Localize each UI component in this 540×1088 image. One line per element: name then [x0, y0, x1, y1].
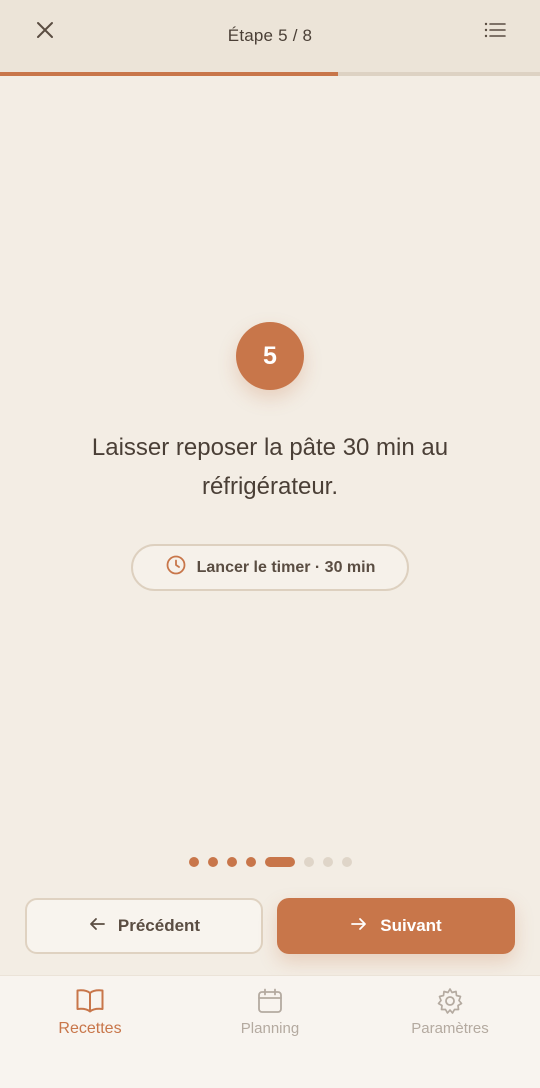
gear-icon — [435, 986, 465, 1016]
header: Étape 5 / 8 — [0, 0, 540, 72]
pagination-dot — [245, 857, 256, 867]
steps-list-button[interactable] — [473, 14, 517, 50]
close-icon — [35, 20, 55, 45]
calendar-icon — [255, 986, 285, 1016]
tab-label: Paramètres — [411, 1020, 489, 1037]
previous-label: Précédent — [117, 916, 201, 935]
book-icon — [75, 986, 105, 1016]
progress-fill — [0, 72, 338, 76]
pagination-dot — [226, 857, 237, 867]
tab-parametres[interactable]: Paramètres — [380, 986, 520, 1046]
clock-icon — [165, 554, 187, 581]
step-instruction: Laisser reposer la pâte 30 min au réfrig… — [91, 434, 449, 500]
previous-button[interactable]: Précédent — [25, 898, 263, 954]
pagination-dot — [207, 857, 218, 867]
arrow-left-icon — [88, 916, 106, 937]
list-icon — [484, 21, 506, 44]
tab-recettes[interactable]: Recettes — [20, 986, 160, 1046]
cooking-step-screen: Étape 5 / 8 5 Laisser reposer la pâte 30… — [0, 0, 540, 1088]
pagination-dot — [303, 857, 314, 867]
next-button[interactable]: Suivant — [277, 898, 515, 954]
next-label: Suivant — [380, 916, 442, 935]
progress-bar — [0, 72, 540, 76]
bottom-tab-bar: Recettes Planning Paramètres — [0, 975, 540, 1088]
timer-label: Lancer le timer · 30 min — [196, 558, 376, 576]
pagination-dot — [188, 857, 199, 867]
arrow-right-icon — [350, 916, 368, 937]
start-timer-button[interactable]: Lancer le timer · 30 min — [131, 544, 409, 591]
close-button[interactable] — [23, 14, 67, 50]
tab-label: Recettes — [58, 1020, 122, 1037]
pagination-dot — [341, 857, 352, 867]
step-pagination — [0, 856, 540, 868]
pagination-dot — [322, 857, 333, 867]
tab-label: Planning — [240, 1020, 300, 1037]
tab-planning[interactable]: Planning — [200, 986, 340, 1046]
step-number-badge: 5 — [236, 322, 304, 390]
pagination-dot-active — [264, 857, 295, 867]
page-title: Étape 5 / 8 — [227, 26, 313, 45]
